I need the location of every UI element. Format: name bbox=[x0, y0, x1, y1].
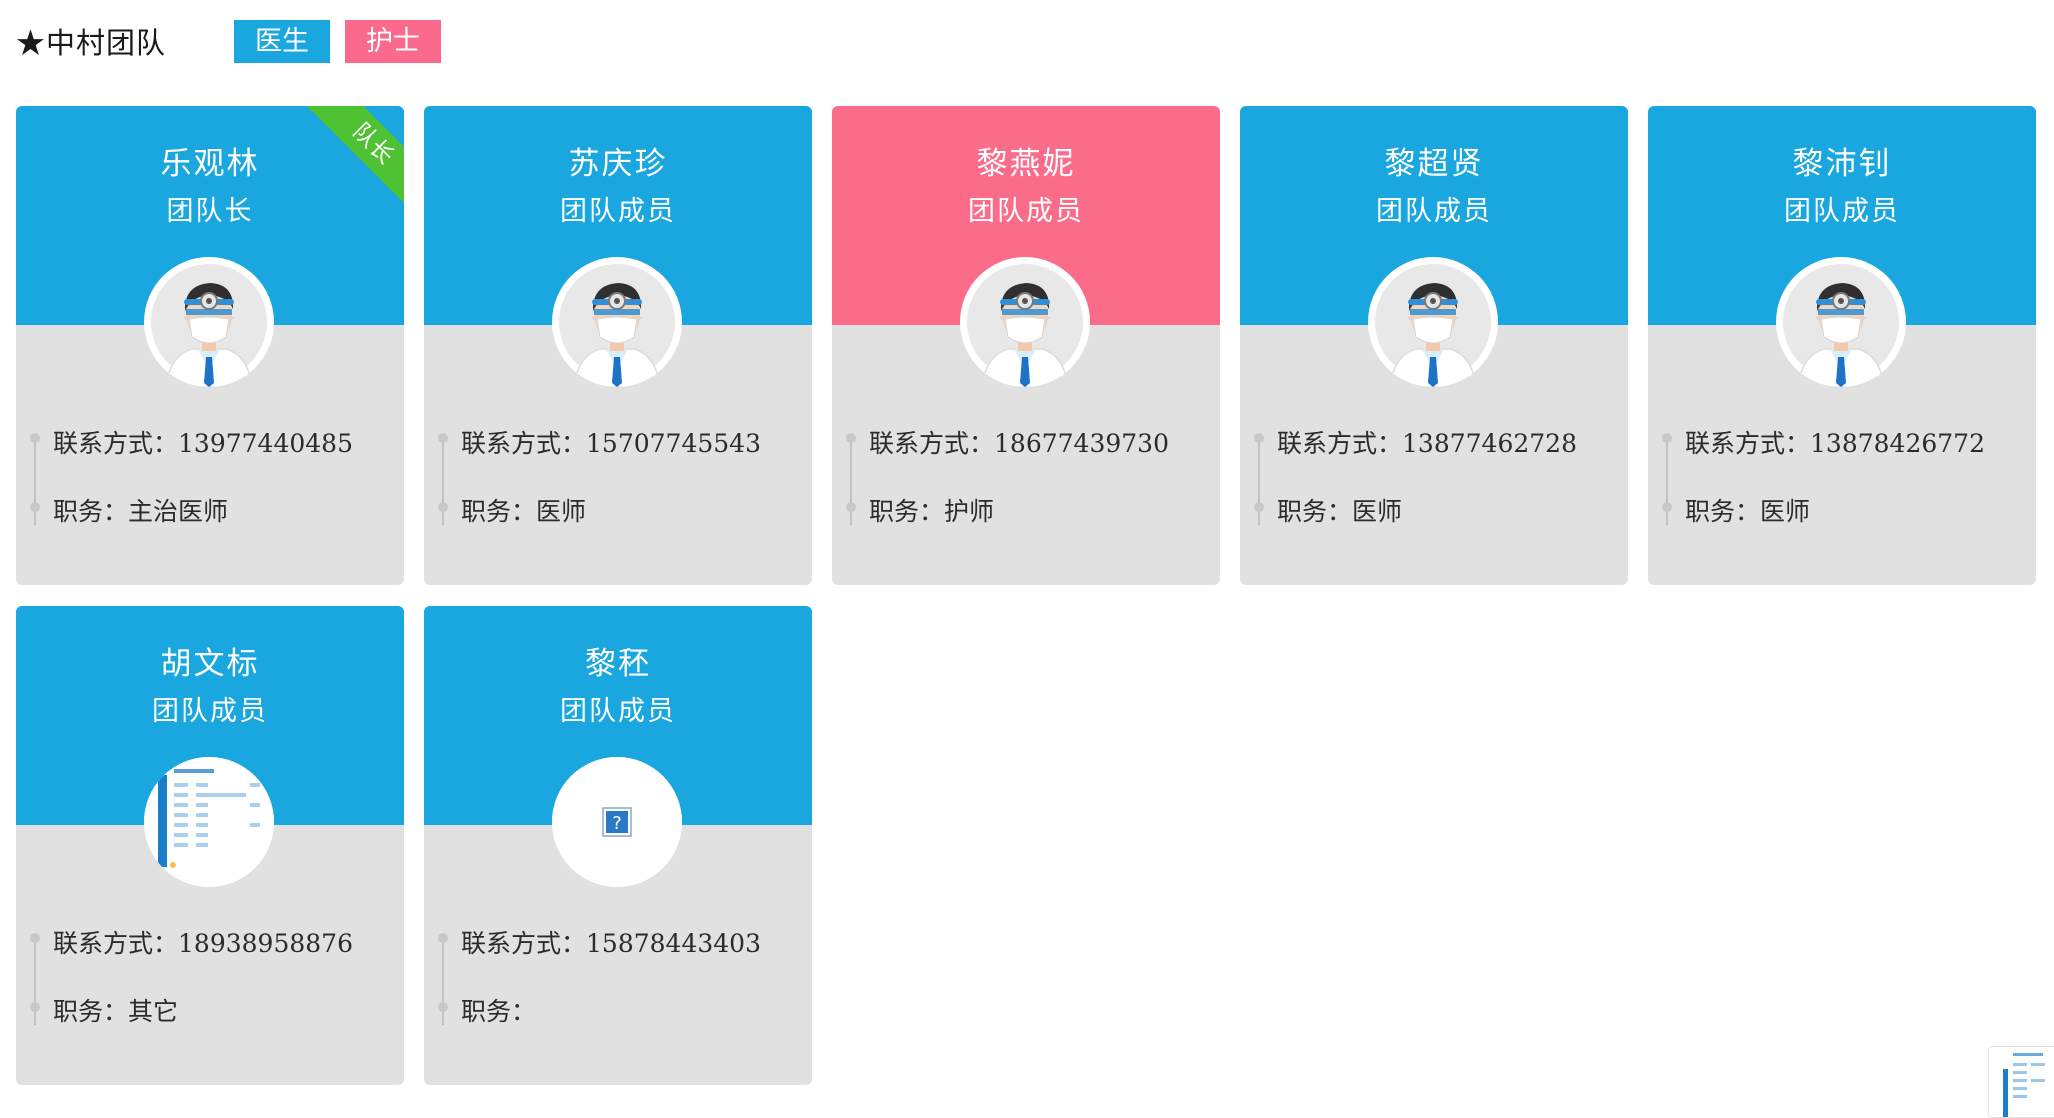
duty-line: 职务：医师 bbox=[1685, 492, 1810, 528]
member-name: 黎燕妮 bbox=[976, 146, 1076, 182]
timeline-dot bbox=[30, 433, 40, 443]
timeline-dot bbox=[846, 433, 856, 443]
screenshot-thumbnail-icon bbox=[144, 757, 274, 887]
duty-line: 职务：主治医师 bbox=[53, 492, 228, 528]
contact-line: 联系方式：13977440485 bbox=[53, 424, 353, 460]
member-card[interactable]: 苏庆珍 团队成员 联系方式：15707745543 职务：医师 bbox=[424, 106, 812, 585]
member-card[interactable]: 黎燕妮 团队成员 联系方式：18677439730 职务：护师 bbox=[832, 106, 1220, 585]
member-card[interactable]: 黎沛钊 团队成员 联系方式：13878426772 职务：医师 bbox=[1648, 106, 2036, 585]
contact-label: 联系方式： bbox=[461, 929, 587, 958]
duty-line: 职务： bbox=[461, 992, 536, 1028]
member-info: 联系方式：18938958876 职务：其它 bbox=[16, 922, 404, 1062]
duty-label: 职务： bbox=[53, 997, 129, 1026]
contact-label: 联系方式： bbox=[869, 429, 995, 458]
screenshot-thumbnail-icon bbox=[1989, 1047, 2054, 1117]
legend-doctor: 医生 bbox=[234, 19, 331, 63]
doctor-avatar-icon bbox=[960, 257, 1090, 387]
duty-label: 职务： bbox=[461, 997, 537, 1026]
member-name: 黎沛钊 bbox=[1792, 146, 1892, 182]
contact-value: 13877462728 bbox=[1402, 429, 1577, 458]
duty-value: 主治医师 bbox=[128, 497, 229, 526]
timeline-dot bbox=[1662, 433, 1672, 443]
duty-line: 职务：医师 bbox=[461, 492, 586, 528]
member-role: 团队成员 bbox=[968, 196, 1084, 227]
doctor-avatar-icon bbox=[1776, 257, 1906, 387]
member-card[interactable]: 胡文标 团队成员 联系方式：18938958876 职务：其它 bbox=[16, 606, 404, 1085]
contact-line: 联系方式：15707745543 bbox=[461, 424, 761, 460]
contact-value: 18938958876 bbox=[178, 929, 353, 958]
contact-label: 联系方式： bbox=[1685, 429, 1811, 458]
timeline-dot bbox=[438, 933, 448, 943]
member-role: 团队成员 bbox=[1376, 196, 1492, 227]
floating-thumbnail[interactable] bbox=[1988, 1046, 2054, 1118]
timeline-dot bbox=[30, 502, 40, 512]
contact-value: 13878426772 bbox=[1810, 429, 1985, 458]
member-role: 团队成员 bbox=[1784, 196, 1900, 227]
svg-text:?: ? bbox=[612, 813, 622, 834]
contact-value: 15707745543 bbox=[586, 429, 761, 458]
timeline-dot bbox=[438, 433, 448, 443]
duty-label: 职务： bbox=[461, 497, 537, 526]
doctor-avatar-icon bbox=[1368, 257, 1498, 387]
contact-line: 联系方式：18938958876 bbox=[53, 924, 353, 960]
member-role: 团队成员 bbox=[560, 696, 676, 727]
doctor-avatar-icon bbox=[144, 257, 274, 387]
member-card[interactable]: 黎秠 团队成员 ? 联系方式：15878443403 职务： bbox=[424, 606, 812, 1085]
duty-value: 医师 bbox=[536, 497, 587, 526]
contact-label: 联系方式： bbox=[53, 429, 179, 458]
member-info: 联系方式：13977440485 职务：主治医师 bbox=[16, 422, 404, 562]
duty-line: 职务：其它 bbox=[53, 992, 178, 1028]
contact-label: 联系方式： bbox=[461, 429, 587, 458]
timeline-dot bbox=[438, 502, 448, 512]
duty-label: 职务： bbox=[1685, 497, 1761, 526]
contact-line: 联系方式：15878443403 bbox=[461, 924, 761, 960]
timeline-dot bbox=[30, 1002, 40, 1012]
member-info: 联系方式：13877462728 职务：医师 bbox=[1240, 422, 1628, 562]
timeline-dot bbox=[438, 1002, 448, 1012]
duty-label: 职务： bbox=[53, 497, 129, 526]
duty-label: 职务： bbox=[1277, 497, 1353, 526]
member-info: 联系方式：13878426772 职务：医师 bbox=[1648, 422, 2036, 562]
contact-line: 联系方式：13878426772 bbox=[1685, 424, 1985, 460]
duty-line: 职务：医师 bbox=[1277, 492, 1402, 528]
member-name: 胡文标 bbox=[160, 646, 260, 682]
duty-value: 医师 bbox=[1760, 497, 1811, 526]
broken-image-icon: ? bbox=[552, 757, 682, 887]
team-header: ★中村团队 医生 护士 bbox=[16, 18, 456, 64]
duty-value: 护师 bbox=[944, 497, 995, 526]
member-card[interactable]: 乐观林 团队长 队长 联系方式：13977440485 职务：主治医师 bbox=[16, 106, 404, 585]
timeline-dot bbox=[1254, 502, 1264, 512]
timeline-dot bbox=[1254, 433, 1264, 443]
contact-value: 18677439730 bbox=[994, 429, 1169, 458]
contact-value: 15878443403 bbox=[586, 929, 761, 958]
duty-value: 其它 bbox=[128, 997, 179, 1026]
timeline-dot bbox=[1662, 502, 1672, 512]
duty-value: 医师 bbox=[1352, 497, 1403, 526]
member-name: 黎超贤 bbox=[1384, 146, 1484, 182]
duty-label: 职务： bbox=[869, 497, 945, 526]
member-name: 黎秠 bbox=[585, 646, 651, 682]
member-role: 团队成员 bbox=[560, 196, 676, 227]
member-role: 团队成员 bbox=[152, 696, 268, 727]
contact-value: 13977440485 bbox=[178, 429, 353, 458]
doctor-avatar-icon bbox=[552, 257, 682, 387]
duty-line: 职务：护师 bbox=[869, 492, 994, 528]
timeline-dot bbox=[846, 502, 856, 512]
member-role: 团队长 bbox=[166, 196, 254, 227]
contact-line: 联系方式：13877462728 bbox=[1277, 424, 1577, 460]
timeline-dot bbox=[30, 933, 40, 943]
legend-nurse: 护士 bbox=[345, 19, 442, 63]
member-info: 联系方式：15878443403 职务： bbox=[424, 922, 812, 1062]
contact-label: 联系方式： bbox=[53, 929, 179, 958]
team-title: ★中村团队 bbox=[16, 26, 167, 60]
member-card[interactable]: 黎超贤 团队成员 联系方式：13877462728 职务：医师 bbox=[1240, 106, 1628, 585]
member-info: 联系方式：18677439730 职务：护师 bbox=[832, 422, 1220, 562]
member-name: 苏庆珍 bbox=[568, 146, 668, 182]
contact-label: 联系方式： bbox=[1277, 429, 1403, 458]
member-info: 联系方式：15707745543 职务：医师 bbox=[424, 422, 812, 562]
contact-line: 联系方式：18677439730 bbox=[869, 424, 1169, 460]
